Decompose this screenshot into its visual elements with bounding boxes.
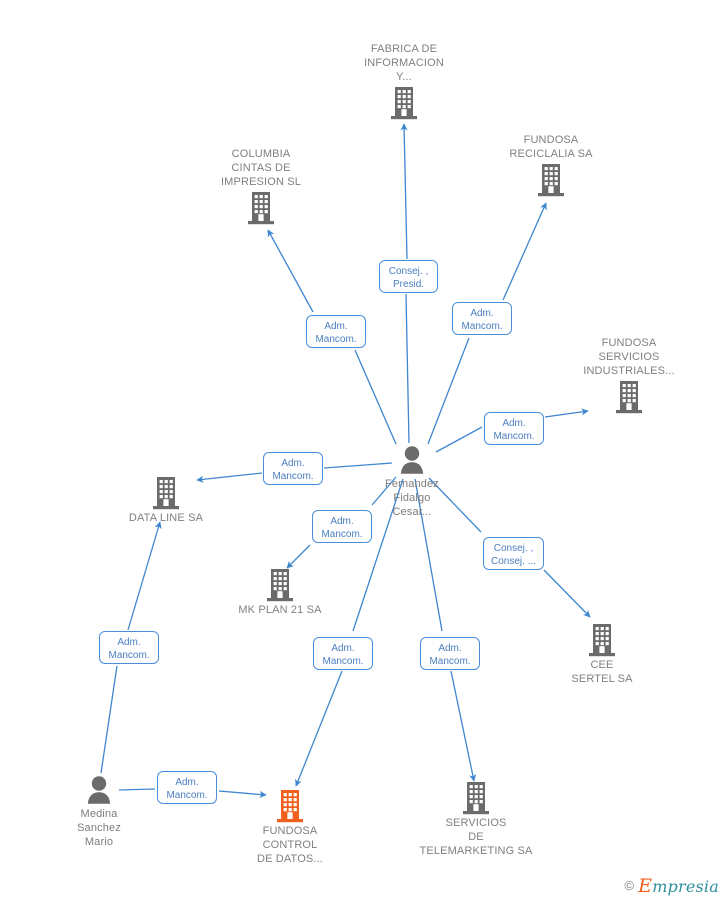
person-icon xyxy=(34,774,164,806)
building-icon xyxy=(564,380,694,414)
brand-name: Empresia xyxy=(638,877,719,896)
node-mk-plan-21[interactable]: MK PLAN 21 SA xyxy=(215,568,345,617)
node-label: FUNDOSA CONTROL DE DATOS... xyxy=(256,825,324,865)
node-columbia[interactable]: COLUMBIA CINTAS DE IMPRESION SL xyxy=(196,147,326,225)
brand-initial: E xyxy=(638,875,653,897)
edge-label-e-fabrica[interactable]: Consej. , Presid. xyxy=(379,260,438,293)
node-label: FUNDOSA SERVICIOS INDUSTRIALES... xyxy=(583,337,675,377)
node-fabrica[interactable]: FABRICA DE INFORMACION Y... xyxy=(339,42,469,120)
building-icon xyxy=(486,163,616,197)
edge-label-e-medina-dataline[interactable]: Adm. Mancom. xyxy=(99,631,159,664)
edge-e-telemarketing xyxy=(414,478,474,781)
node-label: MK PLAN 21 SA xyxy=(238,604,322,616)
node-label: SERVICIOS DE TELEMARKETING SA xyxy=(419,817,533,857)
node-fernandez-fidalgo[interactable]: Fernandez Fidalgo Cesar... xyxy=(347,444,477,519)
building-icon xyxy=(101,476,231,510)
building-icon xyxy=(537,623,667,657)
edge-label-e-control-datos[interactable]: Adm. Mancom. xyxy=(313,637,373,670)
edge-label-e-columbia[interactable]: Adm. Mancom. xyxy=(306,315,366,348)
node-label: Medina Sanchez Mario xyxy=(77,808,121,848)
person-icon xyxy=(347,444,477,476)
edge-label-e-reciclalia[interactable]: Adm. Mancom. xyxy=(452,302,512,335)
brand-rest: mpresia xyxy=(652,877,719,896)
node-servicios-telemarketing[interactable]: SERVICIOS DE TELEMARKETING SA xyxy=(411,781,541,858)
edge-label-e-telemarketing[interactable]: Adm. Mancom. xyxy=(420,637,480,670)
node-fundosa-control-datos[interactable]: FUNDOSA CONTROL DE DATOS... xyxy=(225,789,355,866)
edge-label-e-ceesertel[interactable]: Consej. , Consej. ... xyxy=(483,537,544,570)
building-icon xyxy=(411,781,541,815)
watermark: © Empresia xyxy=(624,877,719,897)
node-label: DATA LINE SA xyxy=(128,512,204,524)
node-cee-sertel[interactable]: CEE SERTEL SA xyxy=(537,623,667,686)
node-label: Fernandez Fidalgo Cesar... xyxy=(385,478,439,518)
copyright-symbol: © xyxy=(624,878,634,893)
node-fundosa-reciclalia[interactable]: FUNDOSA RECICLALIA SA xyxy=(486,133,616,197)
node-medina-sanchez[interactable]: Medina Sanchez Mario xyxy=(34,774,164,849)
building-icon xyxy=(339,86,469,120)
building-icon xyxy=(225,789,355,823)
node-label: COLUMBIA CINTAS DE IMPRESION SL xyxy=(220,148,302,188)
building-icon xyxy=(215,568,345,602)
node-label: CEE SERTEL SA xyxy=(571,659,633,685)
network-diagram-canvas: Consej. , Presid. Adm. Mancom. Adm. Mancom… xyxy=(0,0,728,905)
building-icon xyxy=(196,191,326,225)
edge-label-e-dataline[interactable]: Adm. Mancom. xyxy=(263,452,323,485)
node-label: FABRICA DE INFORMACION Y... xyxy=(364,43,444,83)
node-label: FUNDOSA RECICLALIA SA xyxy=(509,134,593,160)
node-fundosa-servicios-industriales[interactable]: FUNDOSA SERVICIOS INDUSTRIALES... xyxy=(564,336,694,414)
edge-label-e-medina-control[interactable]: Adm. Mancom. xyxy=(157,771,217,804)
edge-label-e-industriales[interactable]: Adm. Mancom. xyxy=(484,412,544,445)
node-data-line[interactable]: DATA LINE SA xyxy=(101,476,231,525)
